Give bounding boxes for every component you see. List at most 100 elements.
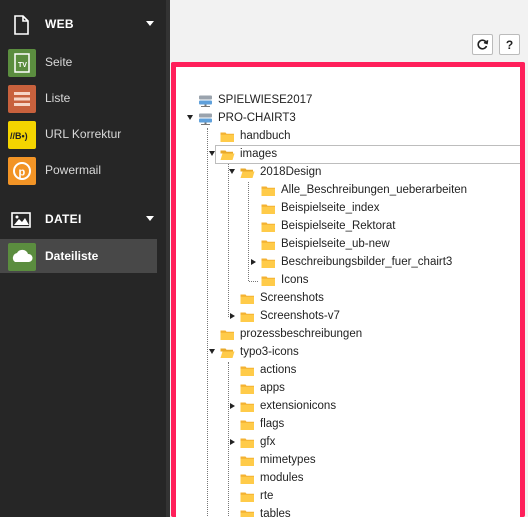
tree-node-label: Screenshots-v7 [260,310,340,322]
module-group-datei[interactable]: DATEI [0,201,166,237]
folder-icon [220,132,234,142]
page-icon [14,15,29,35]
expand-toggle-icon[interactable] [251,259,256,265]
tree-node-label: gfx [260,436,276,448]
module-item-liste[interactable]: Liste [0,81,157,115]
help-button[interactable]: ? [499,34,520,55]
folder-icon [240,294,254,304]
folder-icon [261,276,275,286]
tree-node-label: PRO-CHAIRT3 [218,112,296,124]
tree-node-label: Beispielseite_Rektorat [281,220,396,232]
tree-node-label: extensionicons [260,400,337,412]
tree-node-label: flags [260,418,285,430]
tree-folder-node[interactable]: typo3-icons [176,344,520,362]
expand-toggle-icon[interactable] [230,439,235,445]
tree-storage-node[interactable]: PRO-CHAIRT3 [176,110,520,128]
svg-text:TV: TV [18,62,27,69]
tree-node-label: handbuch [240,130,291,142]
folder-icon [240,420,254,430]
folder-icon [240,312,254,322]
storage-server-icon [199,113,212,125]
tree-node-label: Beispielseite_ub-new [281,238,390,250]
tree-folder-node[interactable]: Beispielseite_Rektorat [176,218,520,236]
expand-toggle-icon[interactable] [230,313,235,319]
folder-icon [220,348,235,358]
help-icon: ? [505,37,514,52]
folder-icon [240,456,254,466]
image-icon [11,212,31,228]
tree-node-label: apps [260,382,285,394]
collapse-toggle-icon[interactable] [209,151,215,156]
tree-folder-node[interactable]: rte [176,488,520,506]
tree-node-label: images [240,148,278,160]
tree-folder-node[interactable]: 2018Design [176,164,520,182]
tree-folder-node[interactable]: apps [176,380,520,398]
tree-folder-node[interactable]: Icons [176,272,520,290]
expand-toggle-icon[interactable] [230,403,235,409]
tree-folder-node[interactable]: Beschreibungsbilder_fuer_chairt3 [176,254,520,272]
tree-node-label: Icons [281,274,309,286]
module-group-label: DATEI [45,212,82,226]
tree-folder-node[interactable]: handbuch [176,128,520,146]
tree-folder-node[interactable]: Screenshots [176,290,520,308]
tree-storage-node[interactable]: SPIELWIESE2017 [176,92,520,110]
list-module-icon [8,85,36,113]
tree-folder-node[interactable]: Beispielseite_index [176,200,520,218]
module-sidebar: WEB TV Seite Liste //B•) URL Korrektur p… [0,0,170,517]
folder-tree: SPIELWIESE2017 PRO-CHAIRT3 handbuch images 2… [171,62,525,517]
tree-node-label: typo3-icons [240,346,299,358]
tree-folder-node[interactable]: Alle_Beschreibungen_ueberarbeiten [176,182,520,200]
module-item-label: Dateiliste [45,249,99,263]
tree-node-label: Beispielseite_index [281,202,380,214]
tree-node-label: SPIELWIESE2017 [218,94,313,106]
module-item-powermail[interactable]: p Powermail [0,153,157,187]
folder-icon [240,474,254,484]
collapse-toggle-icon[interactable] [209,349,215,354]
module-item-dateiliste[interactable]: Dateiliste [0,239,157,273]
tree-node-label: Beschreibungsbilder_fuer_chairt3 [281,256,453,268]
svg-text:p: p [19,167,26,179]
folder-icon [261,204,275,214]
chevron-down-icon [146,216,154,221]
tree-folder-node[interactable]: gfx [176,434,520,452]
collapse-toggle-icon[interactable] [187,115,193,120]
module-item-label: URL Korrektur [45,127,122,141]
url-correction-icon: //B•) [8,121,36,149]
tree-folder-node[interactable]: tables [176,506,520,517]
page-module-icon: TV [8,49,36,77]
collapse-toggle-icon[interactable] [229,169,235,174]
folder-icon [240,366,254,376]
tree-folder-node[interactable]: extensionicons [176,398,520,416]
tree-node-label: rte [260,490,274,502]
tree-folder-node[interactable]: flags [176,416,520,434]
tree-node-label: mimetypes [260,454,316,466]
tree-folder-node[interactable]: Screenshots-v7 [176,308,520,326]
svg-text://B•): //B•) [10,131,28,141]
tree-folder-node[interactable]: mimetypes [176,452,520,470]
tree-folder-node[interactable]: Beispielseite_ub-new [176,236,520,254]
filelist-module-icon [8,243,36,271]
folder-icon [240,438,254,448]
folder-icon [261,240,275,250]
tree-node-label: 2018Design [260,166,322,178]
folder-icon [261,186,275,196]
powermail-icon: p [8,157,36,185]
folder-icon [240,510,254,517]
tree-folder-node[interactable]: images [176,146,520,164]
tree-node-label: actions [260,364,297,376]
tree-folder-node[interactable]: prozessbeschreibungen [176,326,520,344]
module-item-url-korrektur[interactable]: //B•) URL Korrektur [0,117,157,151]
tree-folder-node[interactable]: modules [176,470,520,488]
tree-node-label: modules [260,472,304,484]
module-item-label: Liste [45,91,71,105]
folder-icon [220,150,235,160]
module-group-label: WEB [45,17,74,31]
module-item-seite[interactable]: TV Seite [0,45,157,79]
refresh-button[interactable] [472,34,493,55]
folder-icon [261,258,275,268]
module-group-web[interactable]: WEB [0,6,166,42]
module-item-label: Powermail [45,163,102,177]
folder-icon [220,330,234,340]
storage-server-icon [199,95,212,107]
tree-folder-node[interactable]: actions [176,362,520,380]
